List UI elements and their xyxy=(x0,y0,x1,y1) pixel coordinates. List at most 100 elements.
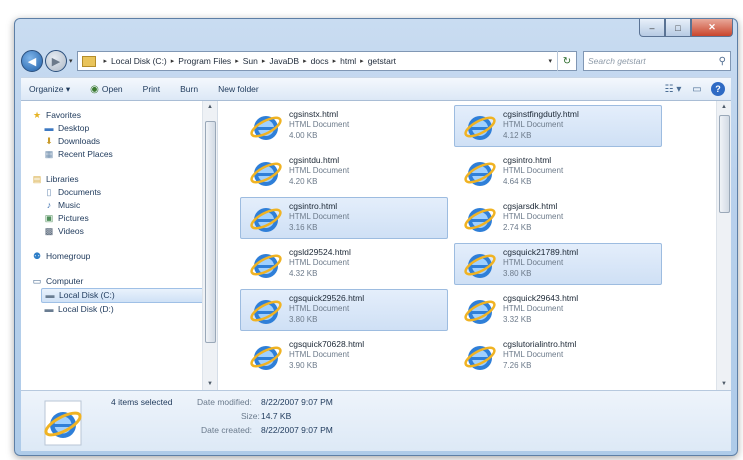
search-input[interactable]: Search getstart ⚲ xyxy=(583,51,731,71)
nav-scroll-thumb[interactable] xyxy=(205,121,216,343)
forward-button[interactable]: ▶ xyxy=(45,50,67,72)
nav-item-documents[interactable]: ▯ Documents xyxy=(31,186,205,199)
file-size: 3.80 KB xyxy=(289,315,318,324)
file-tile[interactable]: cgsquick21789.html HTML Document 3.80 KB xyxy=(454,243,662,285)
breadcrumb-sun[interactable]: Sun xyxy=(243,56,258,66)
file-tile[interactable]: cgsquick70628.html HTML Document 3.90 KB xyxy=(240,335,448,377)
internet-explorer-icon xyxy=(250,162,282,186)
nav-item-libraries[interactable]: ▤ Libraries xyxy=(31,173,205,186)
minimize-button[interactable]: – xyxy=(639,19,665,37)
breadcrumb-local-disk[interactable]: Local Disk (C:) xyxy=(111,56,167,66)
file-tile[interactable]: cgslutorialintro.html HTML Document 7.26… xyxy=(454,335,662,377)
file-tile[interactable]: cgsintdu.html HTML Document 4.20 KB xyxy=(240,151,448,193)
nav-item-local-disk-d[interactable]: ▬ Local Disk (D:) xyxy=(31,303,205,316)
breadcrumb-program-files[interactable]: Program Files xyxy=(178,56,231,66)
preview-pane-icon[interactable]: ▭ xyxy=(687,81,707,97)
maximize-button[interactable]: □ xyxy=(665,19,691,37)
open-button[interactable]: ◉ Open xyxy=(90,84,123,95)
nav-item-recent-places[interactable]: ▦ Recent Places xyxy=(31,148,205,161)
file-type: HTML Document xyxy=(503,258,564,267)
organize-button[interactable]: Organize ▾ xyxy=(29,84,70,95)
search-icon[interactable]: ⚲ xyxy=(719,56,726,67)
file-type: HTML Document xyxy=(503,166,564,175)
breadcrumb-html[interactable]: html xyxy=(340,56,356,66)
file-type: HTML Document xyxy=(289,212,350,221)
close-button[interactable]: ✕ xyxy=(691,19,733,37)
date-modified-value: 8/22/2007 9:07 PM xyxy=(261,397,333,407)
file-list-scroll-thumb[interactable] xyxy=(719,115,730,213)
file-name: cgsinstx.html xyxy=(289,109,339,119)
file-tile[interactable]: cgsquick29526.html HTML Document 3.80 KB xyxy=(240,289,448,331)
breadcrumb-separator-icon[interactable]: ▸ xyxy=(262,57,266,65)
nav-item-local-disk-c[interactable]: ▬ Local Disk (C:) xyxy=(41,288,205,303)
file-size: 4.12 KB xyxy=(503,131,532,140)
scroll-down-icon[interactable]: ▼ xyxy=(717,378,731,390)
internet-explorer-icon xyxy=(250,208,282,232)
nav-item-pictures[interactable]: ▣ Pictures xyxy=(31,212,205,225)
file-tile[interactable]: cgsld29524.html HTML Document 4.32 KB xyxy=(240,243,448,285)
title-bar: – □ ✕ xyxy=(15,19,737,45)
file-tile[interactable]: cgsinstx.html HTML Document 4.00 KB xyxy=(240,105,448,147)
file-name: cgsintro.html xyxy=(503,155,552,165)
refresh-icon[interactable]: ↻ xyxy=(557,51,576,71)
address-dropdown-icon[interactable]: ▾ xyxy=(543,57,557,65)
print-button[interactable]: Print xyxy=(143,84,160,94)
print-label: Print xyxy=(142,84,161,94)
file-list-scrollbar[interactable]: ▲ ▼ xyxy=(716,101,731,390)
file-size: 4.64 KB xyxy=(503,177,532,186)
file-type: HTML Document xyxy=(503,120,564,129)
breadcrumb-getstart[interactable]: getstart xyxy=(368,56,396,66)
internet-explorer-icon xyxy=(250,254,282,278)
file-list: cgsinstx.html HTML Document 4.00 KB cgsi… xyxy=(218,101,717,390)
desktop-icon: ▬ xyxy=(44,123,54,133)
file-tile[interactable]: cgsintro.html HTML Document 4.64 KB xyxy=(454,151,662,193)
file-size: 4.00 KB xyxy=(289,131,318,140)
breadcrumb-docs[interactable]: docs xyxy=(311,56,329,66)
file-tile[interactable]: cgsjarsdk.html HTML Document 2.74 KB xyxy=(454,197,662,239)
nav-label: Local Disk (C:) xyxy=(59,290,115,300)
nav-item-favorites[interactable]: ★ Favorites xyxy=(31,109,205,122)
file-name: cgsintro.html xyxy=(289,201,338,211)
nav-item-downloads[interactable]: ⬇ Downloads xyxy=(31,135,205,148)
back-button[interactable]: ◀ xyxy=(21,50,43,72)
caption-buttons: – □ ✕ xyxy=(639,19,733,37)
new-folder-button[interactable]: New folder xyxy=(218,84,259,94)
nav-item-videos[interactable]: ▩ Videos xyxy=(31,225,205,238)
documents-icon: ▯ xyxy=(46,187,52,197)
nav-item-homegroup[interactable]: ⚉ Homegroup xyxy=(31,250,205,263)
nav-label: Computer xyxy=(46,276,84,286)
breadcrumb-separator-icon[interactable]: ▸ xyxy=(171,57,175,65)
selection-count: 4 items selected xyxy=(111,397,173,407)
internet-explorer-icon xyxy=(464,254,496,278)
file-tile[interactable]: cgsquick29643.html HTML Document 3.32 KB xyxy=(454,289,662,331)
scroll-up-icon[interactable]: ▲ xyxy=(203,101,217,113)
scroll-up-icon[interactable]: ▲ xyxy=(717,101,731,113)
breadcrumb-separator-icon[interactable]: ▸ xyxy=(333,57,337,65)
nav-label: Downloads xyxy=(58,136,101,146)
internet-explorer-icon xyxy=(44,400,82,446)
computer-icon: ▭ xyxy=(32,276,42,286)
internet-explorer-icon xyxy=(464,300,496,324)
nav-item-desktop[interactable]: ▬ Desktop xyxy=(31,122,205,135)
breadcrumb-javadb[interactable]: JavaDB xyxy=(269,56,299,66)
file-tile[interactable]: cgsinstfingdutly.html HTML Document 4.12… xyxy=(454,105,662,147)
change-view-icon[interactable]: ☷ ▾ xyxy=(663,81,683,97)
address-bar[interactable]: ▸ Local Disk (C:) ▸ Program Files ▸ Sun … xyxy=(76,51,577,71)
nav-label: Local Disk (D:) xyxy=(58,304,114,314)
nav-scrollbar[interactable]: ▲ ▼ xyxy=(202,101,217,390)
nav-item-computer[interactable]: ▭ Computer xyxy=(31,275,205,288)
breadcrumb-separator-icon[interactable]: ▸ xyxy=(360,57,364,65)
nav-item-music[interactable]: ♪ Music xyxy=(31,199,205,212)
breadcrumb-separator-icon[interactable]: ▸ xyxy=(303,57,307,65)
breadcrumb-separator-icon[interactable]: ▸ xyxy=(104,57,108,65)
recent-pages-dropdown[interactable]: ▾ xyxy=(69,57,73,65)
breadcrumb-separator-icon[interactable]: ▸ xyxy=(235,57,239,65)
file-size: 3.32 KB xyxy=(503,315,532,324)
help-icon[interactable]: ? xyxy=(711,82,725,96)
music-icon: ♪ xyxy=(46,200,52,210)
burn-button[interactable]: Burn xyxy=(180,84,198,94)
scroll-down-icon[interactable]: ▼ xyxy=(203,378,217,390)
search-placeholder: Search getstart xyxy=(588,56,646,66)
file-tile[interactable]: cgsintro.html HTML Document 3.16 KB xyxy=(240,197,448,239)
content-area: ★ Favorites ▬ Desktop ⬇ Downloads ▦ Recent P… xyxy=(21,101,731,390)
